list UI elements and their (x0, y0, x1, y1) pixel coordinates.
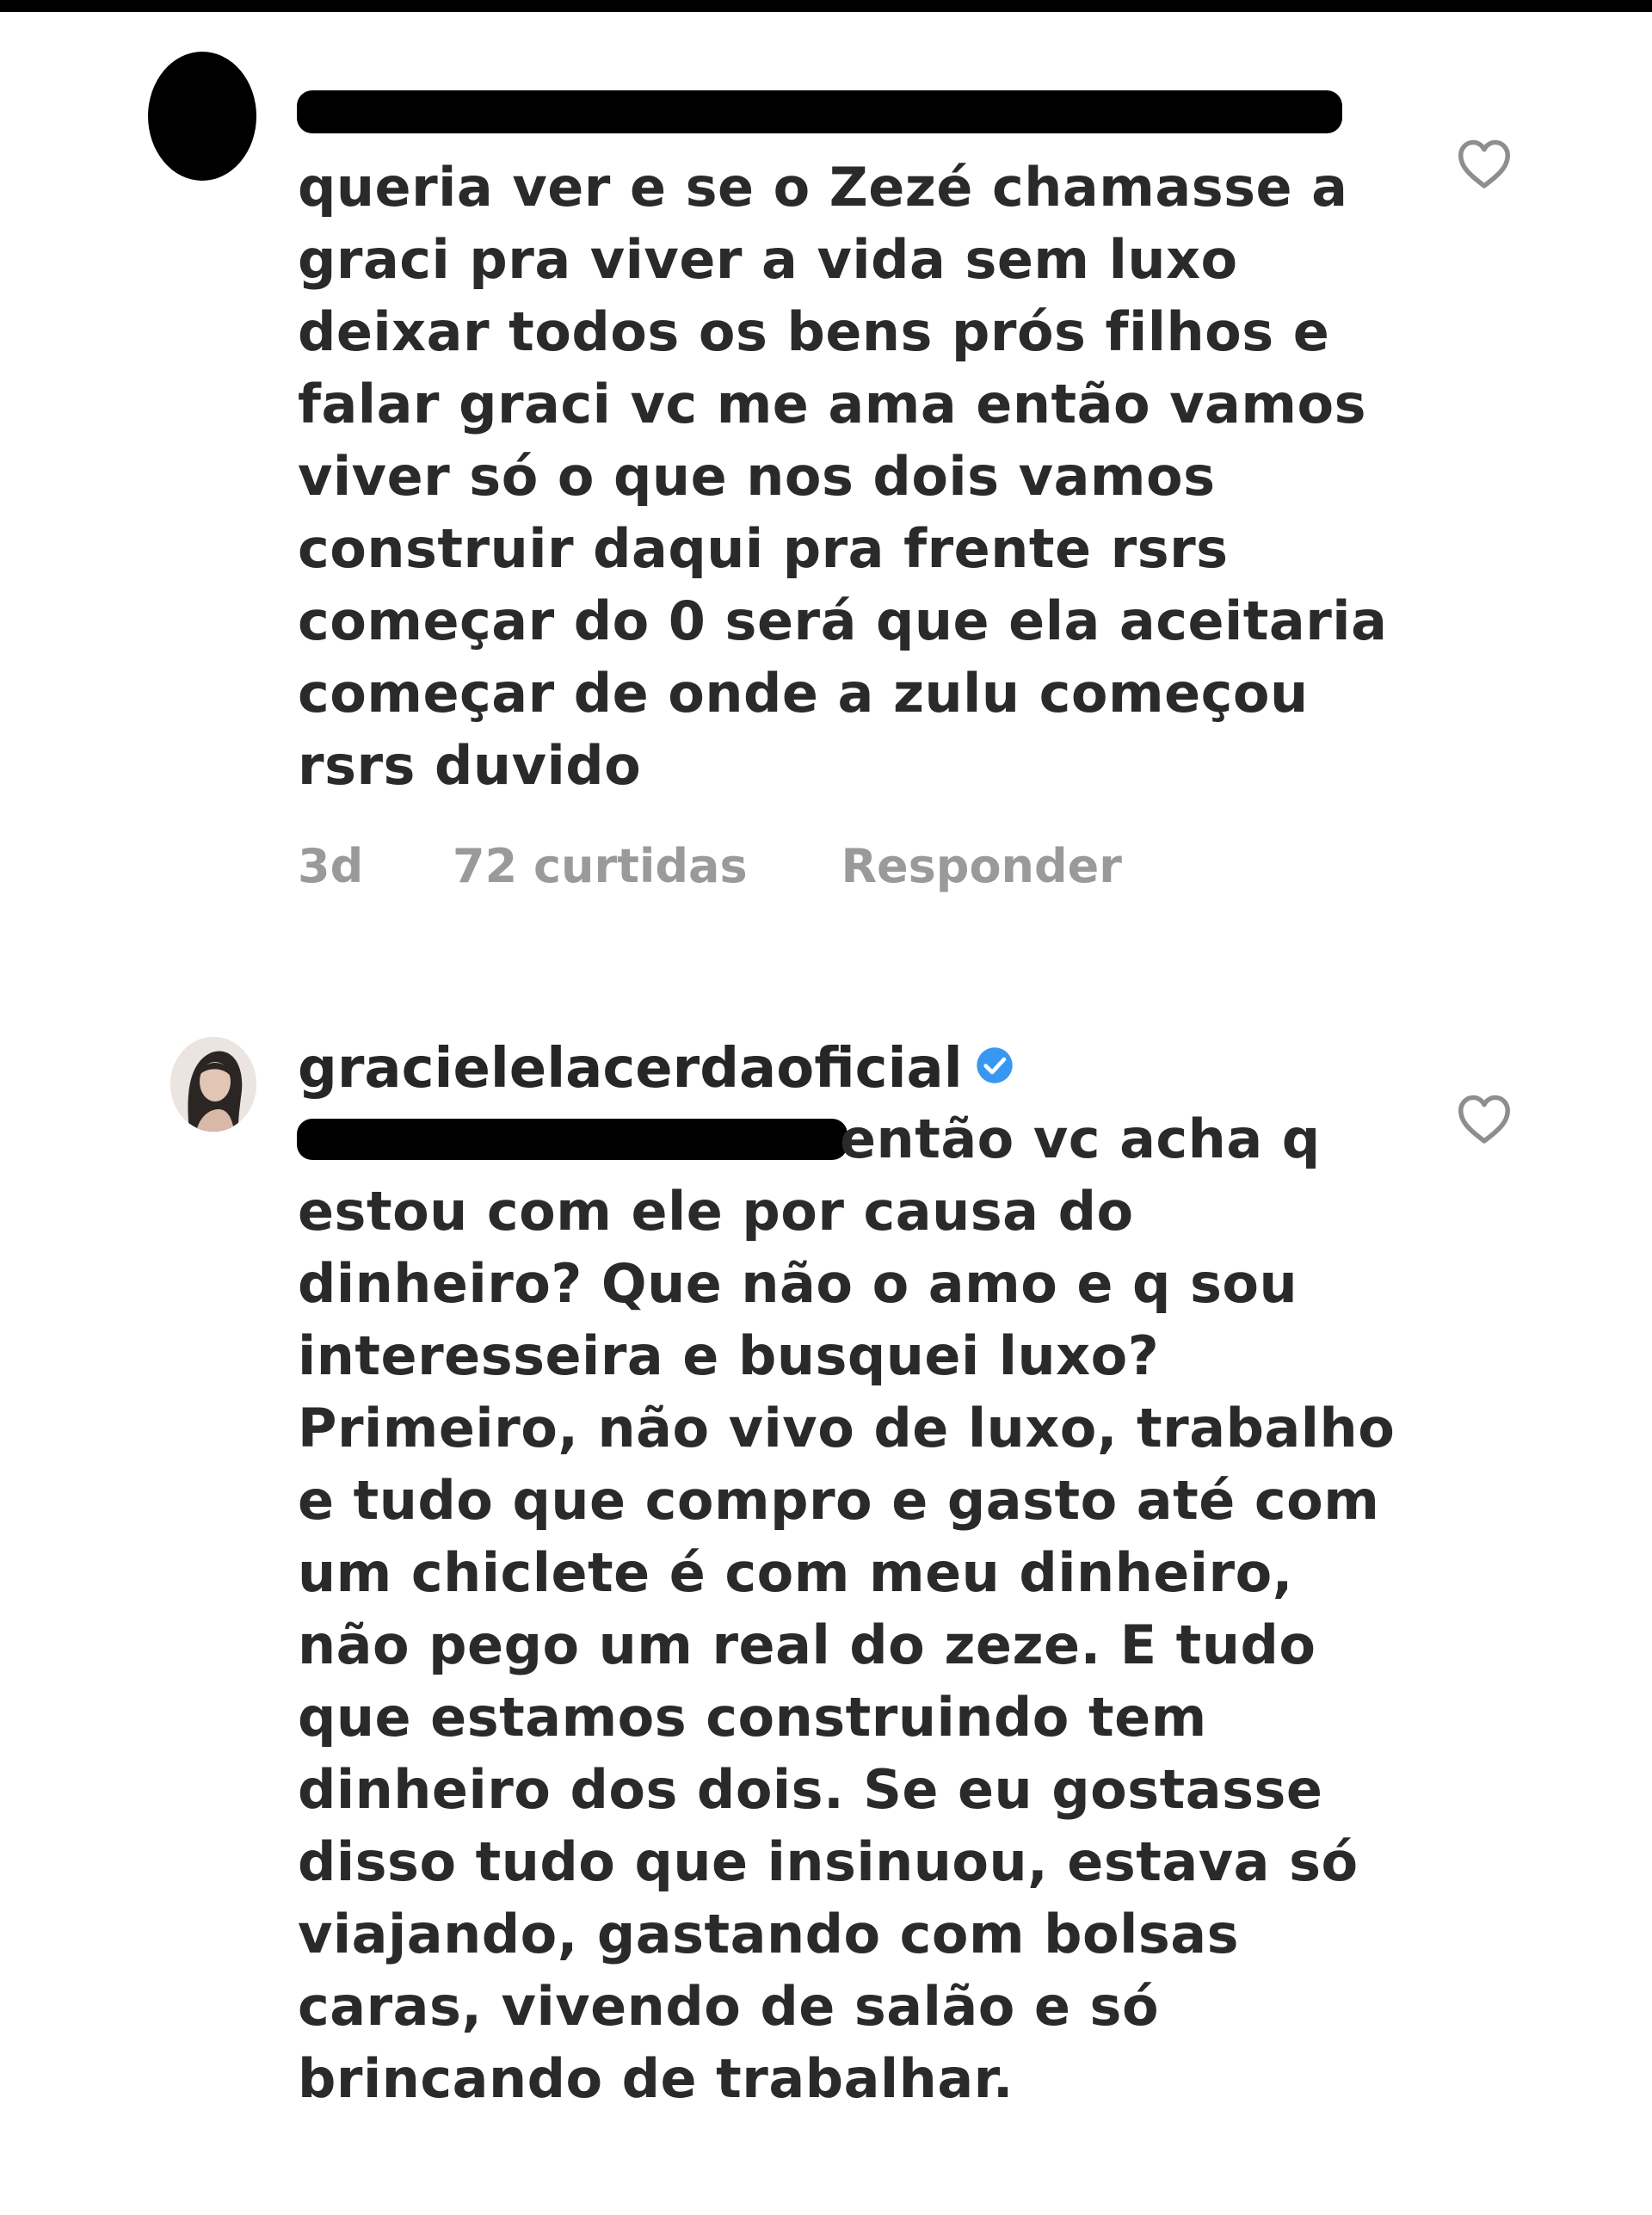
comment-line: deixar todos os bens prós filhos e (298, 300, 1330, 363)
comment-line: que estamos construindo tem (298, 1686, 1207, 1749)
comment-line: interesseira e busquei luxo? (298, 1324, 1160, 1387)
heart-outline-icon[interactable] (1456, 138, 1513, 189)
avatar[interactable] (170, 1037, 256, 1132)
comment-2-text: então vc acha q estou com ele por causa … (298, 1103, 1396, 2115)
comment-1-meta: 3d 72 curtidas Responder (298, 836, 1122, 897)
comment-line: rsrs duvido (298, 734, 642, 797)
username-text[interactable]: gracielelacerdaoficial (298, 1037, 963, 1101)
reply-button[interactable]: Responder (841, 836, 1121, 897)
comment-line: então vc acha q (840, 1108, 1321, 1170)
comment-line: viver só o que nos dois vamos (298, 445, 1216, 508)
comment-line: começar de onde a zulu começou (298, 662, 1309, 725)
comment-line: viajando, gastando com bolsas (298, 1903, 1240, 1965)
comment-line: brincando de trabalhar. (298, 2047, 1014, 2110)
verified-badge-icon (976, 1047, 1013, 1083)
comment-line: dinheiro? Que não o amo e q sou (298, 1252, 1298, 1315)
comment-time: 3d (298, 839, 364, 893)
comment-1-text: queria ver e se o Zezé chamasse a graci … (298, 151, 1388, 802)
comment-line: falar graci vc me ama então vamos (298, 373, 1366, 435)
comment-line: estou com ele por causa do (298, 1180, 1134, 1243)
likes-count-link[interactable]: 72 curtidas (453, 836, 748, 897)
comment-line: construir daqui pra frente rsrs (298, 517, 1229, 580)
comment-username[interactable]: gracielelacerdaoficial (298, 1033, 1014, 1105)
redacted-username (297, 90, 1342, 133)
comment-line: um chiclete é com meu dinheiro, (298, 1541, 1293, 1604)
comment-line: e tudo que compro e gasto até com (298, 1469, 1380, 1532)
comment-line: começar do 0 será que ela aceitaria (298, 589, 1388, 652)
avatar-redacted[interactable] (148, 52, 256, 181)
comment-line: não pego um real do zeze. E tudo (298, 1613, 1316, 1676)
comment-line: disso tudo que insinuou, estava só (298, 1830, 1359, 1893)
comment-line: dinheiro dos dois. Se eu gostasse (298, 1758, 1323, 1821)
comment-line: queria ver e se o Zezé chamasse a (298, 156, 1348, 219)
top-edge-bar (0, 0, 1652, 12)
heart-outline-icon[interactable] (1456, 1093, 1513, 1145)
comment-line: graci pra viver a vida sem luxo (298, 228, 1238, 291)
comment-line: caras, vivendo de salão e só (298, 1975, 1160, 2038)
comment-line: Primeiro, não vivo de luxo, trabalho (298, 1397, 1396, 1459)
